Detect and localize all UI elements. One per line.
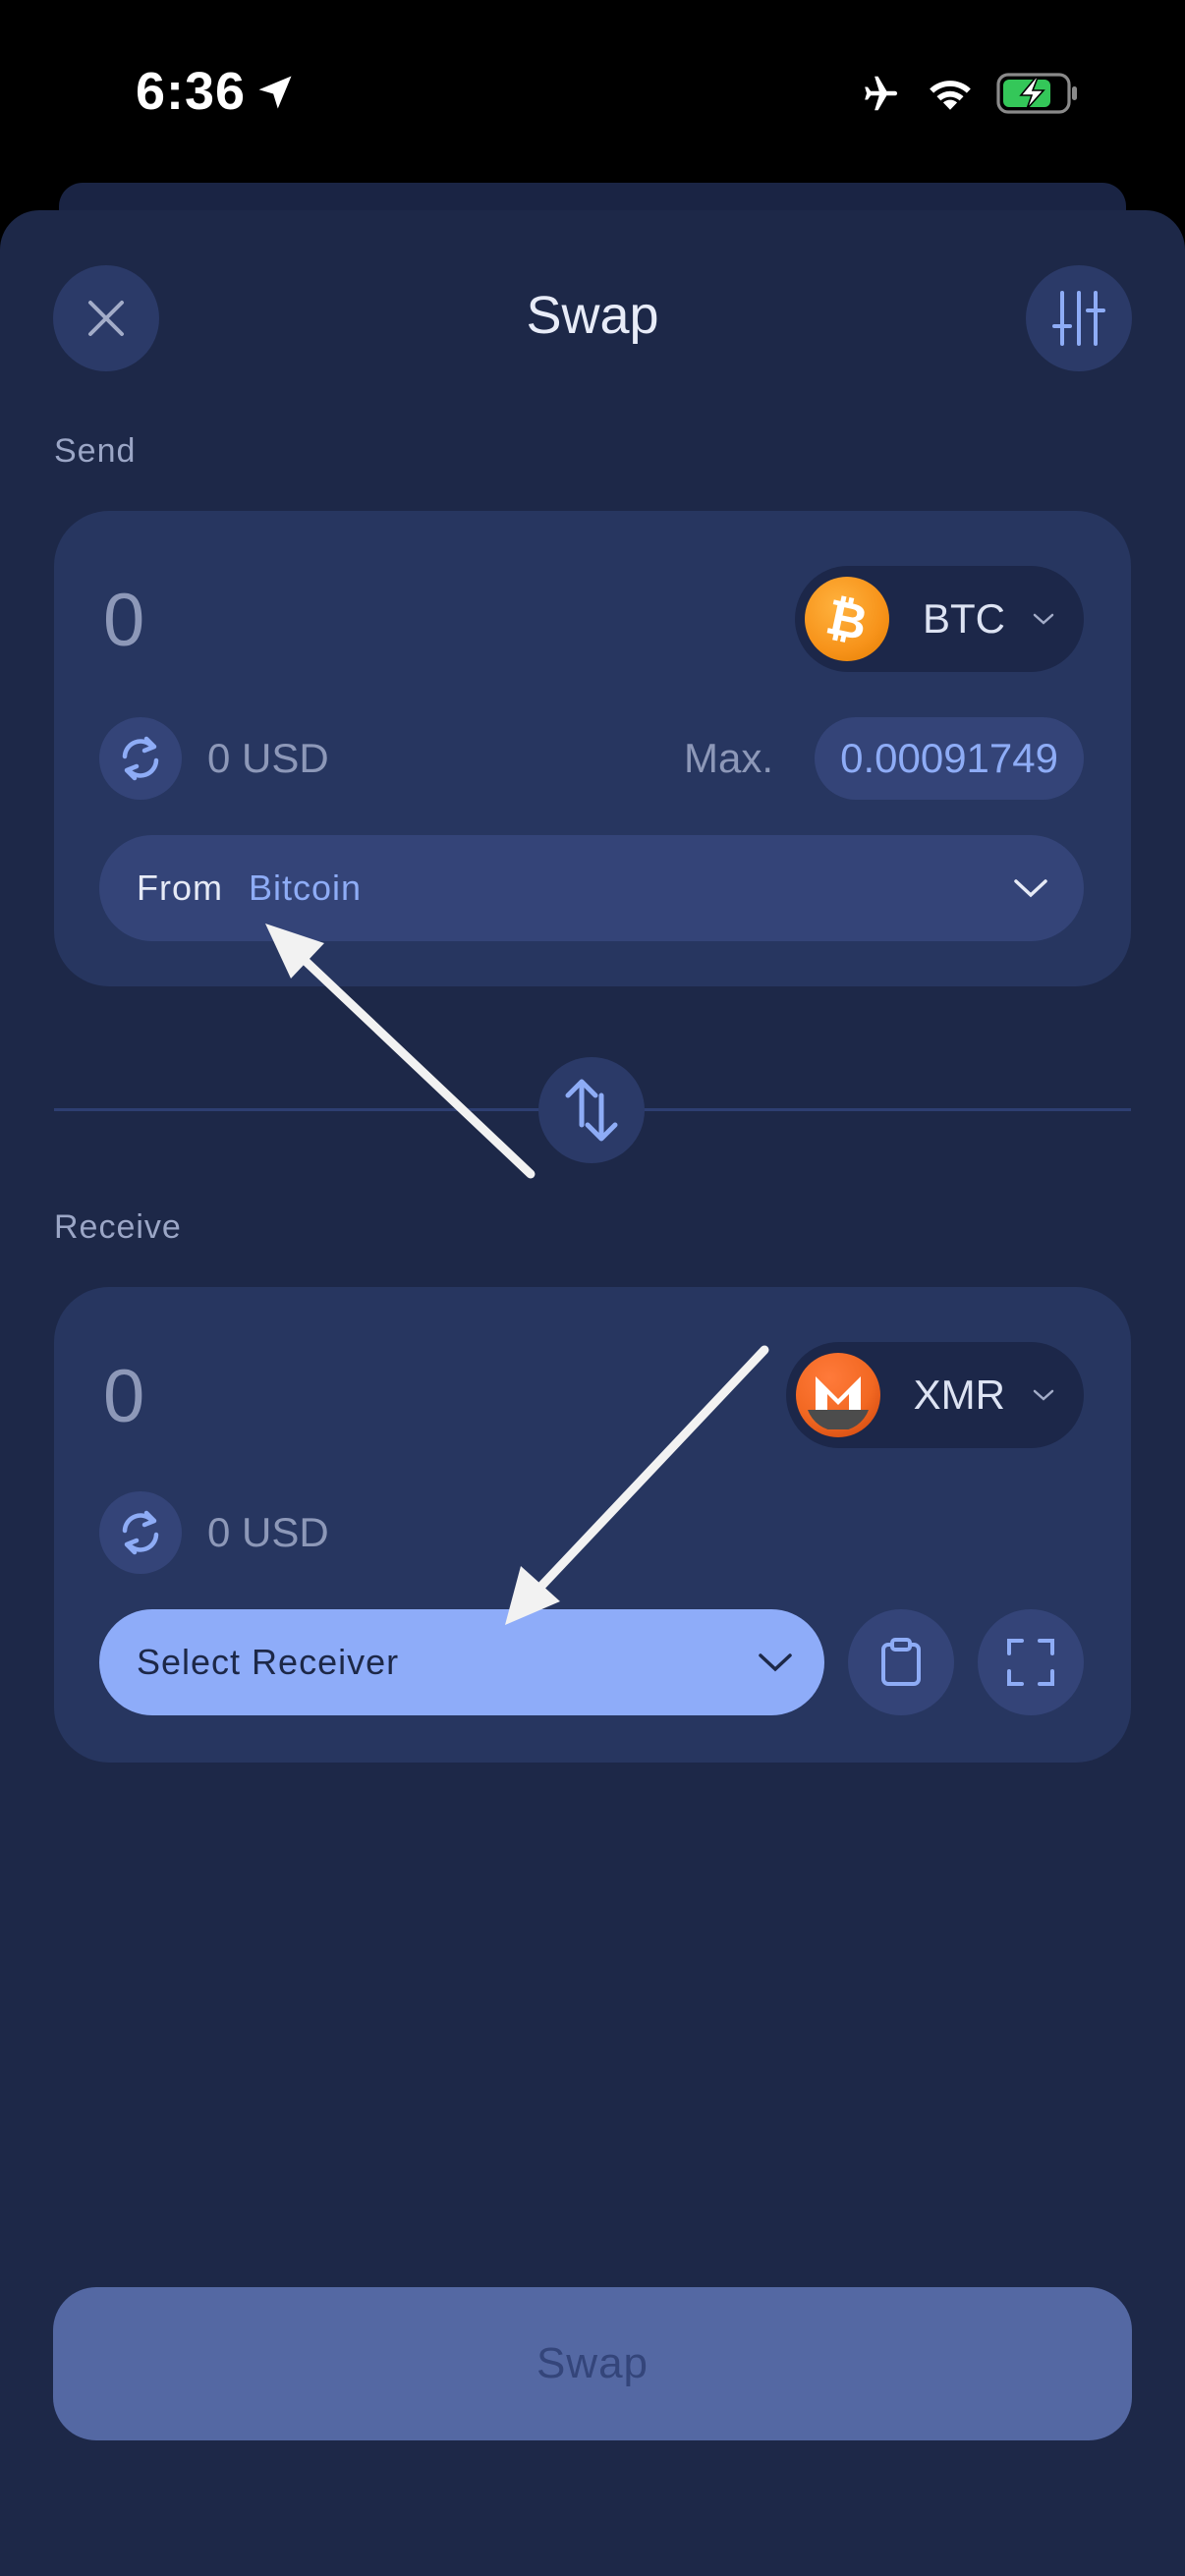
chevron-down-icon [1033, 613, 1054, 625]
paste-address-button[interactable] [848, 1609, 954, 1715]
refresh-icon [122, 736, 159, 781]
airplane-icon [865, 76, 898, 111]
receive-currency-toggle[interactable] [99, 1491, 182, 1574]
send-amount-input[interactable]: 0 [103, 578, 144, 663]
clipboard-icon [881, 1638, 921, 1686]
send-asset-selector[interactable]: ₿ BTC [795, 566, 1084, 672]
send-currency-toggle[interactable] [99, 717, 182, 800]
send-asset-name: BTC [923, 595, 1005, 642]
from-wallet-selector[interactable]: From Bitcoin [99, 835, 1084, 941]
page-title: Swap [526, 286, 659, 345]
receive-amount: 0 [103, 1355, 145, 1438]
receive-asset-name: XMR [913, 1372, 1005, 1418]
wifi-icon [930, 81, 971, 110]
receive-label: Receive [54, 1208, 182, 1246]
send-usd-value: 0 USD [207, 735, 329, 781]
receive-asset-selector[interactable]: XMR [785, 1342, 1084, 1448]
receive-usd-value: 0 USD [207, 1509, 329, 1555]
status-bar: 6:36 [0, 0, 1185, 187]
monero-icon [795, 1353, 880, 1437]
sliders-icon [1052, 291, 1105, 346]
flip-assets-button[interactable] [538, 1057, 645, 1163]
location-arrow-icon [258, 76, 292, 109]
chevron-down-icon [1033, 1389, 1054, 1401]
max-amount-button[interactable]: 0.00091749 [815, 717, 1084, 800]
swap-button[interactable]: Swap [53, 2287, 1132, 2440]
from-label: From [137, 868, 223, 908]
select-receiver-dropdown[interactable]: Select Receiver [99, 1609, 824, 1715]
svg-text:₿: ₿ [822, 589, 872, 648]
scan-qr-button[interactable] [978, 1609, 1084, 1715]
receive-panel: 0 XMR 0 USD Select Receiver [54, 1287, 1131, 1763]
chevron-down-icon [759, 1653, 792, 1672]
settings-button[interactable] [1026, 265, 1132, 371]
send-panel: 0 ₿ BTC 0 USD Max. 0.00091749 From Bitco… [54, 511, 1131, 986]
chevron-down-icon [1014, 879, 1047, 898]
bitcoin-icon: ₿ [805, 577, 889, 661]
status-time: 6:36 [136, 62, 247, 121]
scan-icon [1007, 1639, 1054, 1686]
from-value: Bitcoin [249, 868, 363, 908]
send-label: Send [54, 432, 137, 470]
refresh-icon [122, 1510, 159, 1555]
battery-charging-icon [996, 73, 1077, 114]
select-receiver-label: Select Receiver [137, 1642, 400, 1682]
swap-vertical-icon [565, 1079, 618, 1142]
max-label: Max. [683, 735, 773, 781]
